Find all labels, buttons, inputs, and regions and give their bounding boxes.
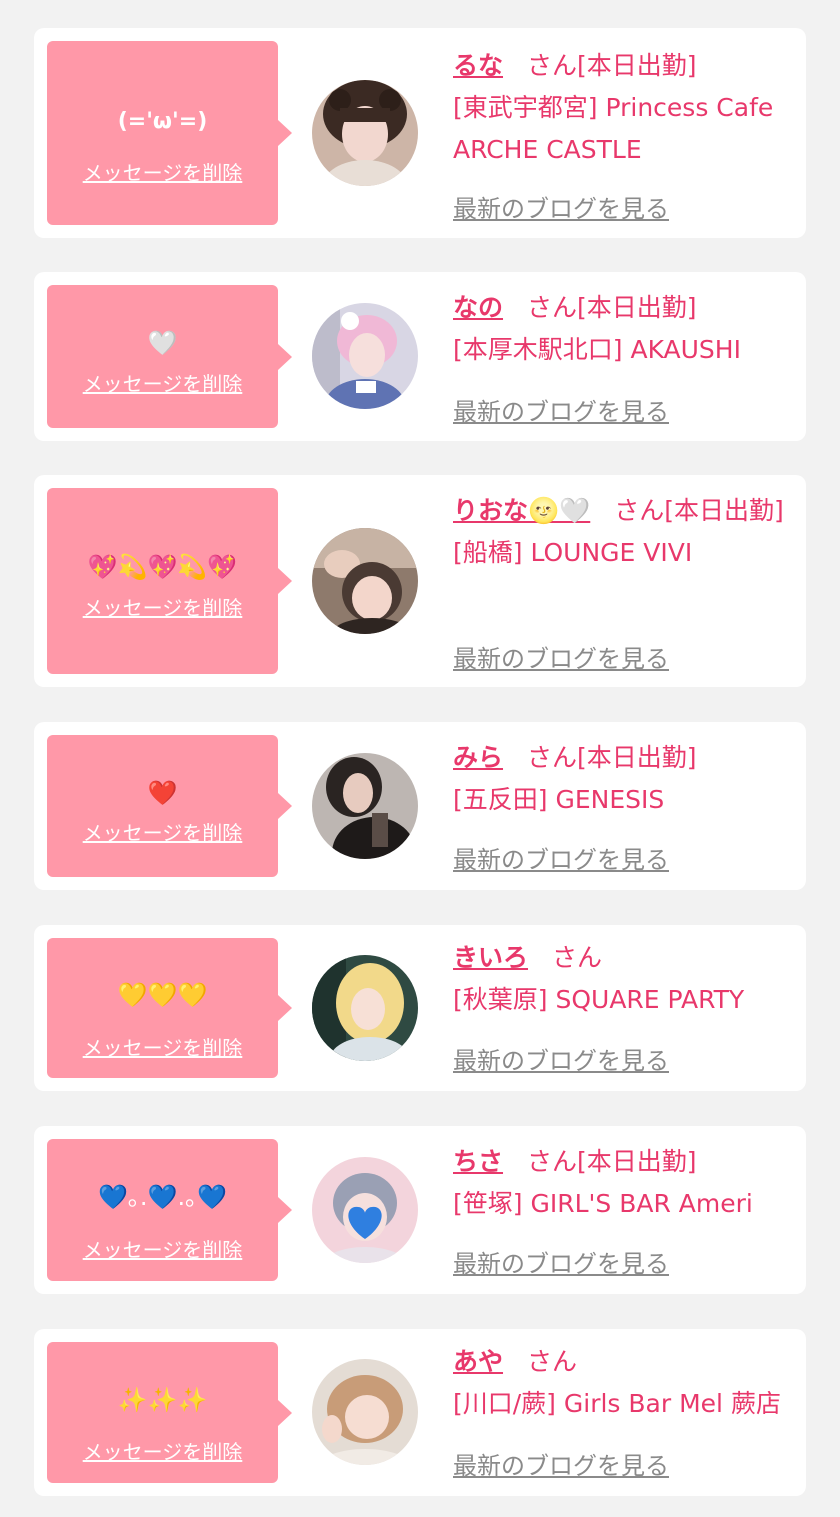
- list-item: 🤍 メッセージを削除 なの さん[本日出勤] [本厚木駅北口] AKAUSHI 最…: [34, 272, 806, 441]
- message-text: 💙｡.💙.｡💙: [98, 1183, 227, 1211]
- delete-message-link[interactable]: メッセージを削除: [47, 592, 278, 621]
- cast-name-link[interactable]: りおな🌝🤍: [453, 496, 590, 525]
- view-latest-blog-link[interactable]: 最新のブログを見る: [453, 1446, 669, 1481]
- delete-message-link[interactable]: メッセージを削除: [47, 1436, 278, 1465]
- delete-message-link[interactable]: メッセージを削除: [47, 368, 278, 397]
- shop-area: [船橋]: [453, 538, 523, 567]
- avatar-photo-icon: [312, 1359, 418, 1465]
- cast-name-link[interactable]: あや: [453, 1347, 503, 1376]
- delete-message-link[interactable]: メッセージを削除: [47, 817, 278, 846]
- cast-avatar[interactable]: [312, 753, 418, 859]
- honorific: さん: [527, 1347, 578, 1376]
- list-item: (='ω'=) メッセージを削除 るな さん[本日出勤] [東武宇都宮] Prin…: [34, 28, 806, 238]
- shop-name: GIRL'S BAR Ameri: [530, 1189, 753, 1218]
- honorific: さん: [527, 293, 578, 322]
- shop-name: AKAUSHI: [630, 335, 741, 364]
- shop-name: GENESIS: [555, 785, 665, 814]
- honorific: さん: [527, 743, 578, 772]
- honorific: さん: [527, 51, 578, 80]
- list-item: ✨✨✨ メッセージを削除 あや さん [川口/蕨] Girls Bar Mel 蕨…: [34, 1329, 806, 1496]
- shop-area: [五反田]: [453, 785, 548, 814]
- view-latest-blog-link[interactable]: 最新のブログを見る: [453, 639, 669, 674]
- honorific: さん: [527, 1147, 578, 1176]
- cast-name-link[interactable]: きいろ: [453, 943, 528, 972]
- avatar-photo-icon: [312, 528, 418, 634]
- shop-area: [川口/蕨]: [453, 1389, 556, 1418]
- shop-name: Girls Bar Mel 蕨店: [563, 1389, 781, 1418]
- message-text: ❤️: [147, 779, 178, 807]
- list-item: ❤️ メッセージを削除 みら さん[本日出勤] [五反田] GENESIS 最新の…: [34, 722, 806, 890]
- cast-avatar[interactable]: [312, 80, 418, 186]
- status-label: [本日出勤]: [664, 496, 784, 525]
- view-latest-blog-link[interactable]: 最新のブログを見る: [453, 840, 669, 875]
- shop-area: [本厚木駅北口]: [453, 335, 623, 364]
- shop-area: [東武宇都宮]: [453, 93, 598, 122]
- cast-avatar[interactable]: [312, 528, 418, 634]
- cast-info: りおな🌝🤍 さん[本日出勤] [船橋] LOUNGE VIVI: [453, 490, 798, 574]
- list-item: 💛💛💛 メッセージを削除 きいろ さん [秋葉原] SQUARE PARTY 最新…: [34, 925, 806, 1091]
- message-bubble: (='ω'=) メッセージを削除: [47, 41, 292, 225]
- cast-name-link[interactable]: るな: [453, 51, 503, 80]
- cast-name-link[interactable]: なの: [453, 293, 503, 322]
- shop-area: [笹塚]: [453, 1189, 523, 1218]
- view-latest-blog-link[interactable]: 最新のブログを見る: [453, 189, 669, 224]
- message-bubble: 🤍 メッセージを削除: [47, 285, 292, 428]
- delete-message-link[interactable]: メッセージを削除: [47, 1032, 278, 1061]
- message-bubble: ❤️ メッセージを削除: [47, 735, 292, 877]
- status-label: [本日出勤]: [577, 51, 697, 80]
- message-bubble: 💛💛💛 メッセージを削除: [47, 938, 292, 1078]
- list-item: 💖💫💖💫💖 メッセージを削除 りおな🌝🤍 さん[本日出勤] [船橋] LOUNGE…: [34, 475, 806, 687]
- status-label: [本日出勤]: [577, 743, 697, 772]
- cast-avatar[interactable]: [312, 303, 418, 409]
- shop-name: LOUNGE VIVI: [530, 538, 693, 567]
- message-text: ✨✨✨: [117, 1386, 208, 1414]
- avatar-photo-icon: [312, 955, 418, 1061]
- cast-avatar[interactable]: [312, 1157, 418, 1263]
- cast-info: きいろ さん [秋葉原] SQUARE PARTY: [453, 937, 798, 1021]
- cast-name-link[interactable]: ちさ: [453, 1147, 503, 1176]
- cast-avatar[interactable]: [312, 955, 418, 1061]
- avatar-photo-icon: [312, 1157, 418, 1263]
- cast-info: ちさ さん[本日出勤] [笹塚] GIRL'S BAR Ameri: [453, 1141, 798, 1225]
- shop-area: [秋葉原]: [453, 985, 548, 1014]
- avatar-photo-icon: [312, 303, 418, 409]
- avatar-photo-icon: [312, 80, 418, 186]
- view-latest-blog-link[interactable]: 最新のブログを見る: [453, 1244, 669, 1279]
- avatar-photo-icon: [312, 753, 418, 859]
- delete-message-link[interactable]: メッセージを削除: [47, 157, 278, 186]
- delete-message-link[interactable]: メッセージを削除: [47, 1234, 278, 1263]
- message-bubble: ✨✨✨ メッセージを削除: [47, 1342, 292, 1483]
- status-label: [本日出勤]: [577, 1147, 697, 1176]
- status-label: [本日出勤]: [577, 293, 697, 322]
- message-text: 💛💛💛: [117, 981, 208, 1009]
- cast-info: なの さん[本日出勤] [本厚木駅北口] AKAUSHI: [453, 287, 798, 371]
- honorific: さん: [614, 496, 665, 525]
- shop-name: SQUARE PARTY: [555, 985, 745, 1014]
- cast-avatar[interactable]: [312, 1359, 418, 1465]
- honorific: さん: [552, 943, 603, 972]
- message-bubble: 💖💫💖💫💖 メッセージを削除: [47, 488, 292, 674]
- cast-name-link[interactable]: みら: [453, 743, 503, 772]
- cast-info: みら さん[本日出勤] [五反田] GENESIS: [453, 737, 798, 821]
- cast-info: るな さん[本日出勤] [東武宇都宮] Princess Cafe ARCHE C…: [453, 45, 798, 171]
- view-latest-blog-link[interactable]: 最新のブログを見る: [453, 392, 669, 427]
- view-latest-blog-link[interactable]: 最新のブログを見る: [453, 1041, 669, 1076]
- message-text: 🤍: [147, 329, 178, 357]
- cast-info: あや さん [川口/蕨] Girls Bar Mel 蕨店: [453, 1341, 798, 1425]
- message-text: (='ω'=): [117, 109, 208, 134]
- message-text: 💖💫💖💫💖: [87, 553, 238, 581]
- list-item: 💙｡.💙.｡💙 メッセージを削除 ちさ さん[本日出勤] [笹塚] GIRL'S …: [34, 1126, 806, 1294]
- message-bubble: 💙｡.💙.｡💙 メッセージを削除: [47, 1139, 292, 1281]
